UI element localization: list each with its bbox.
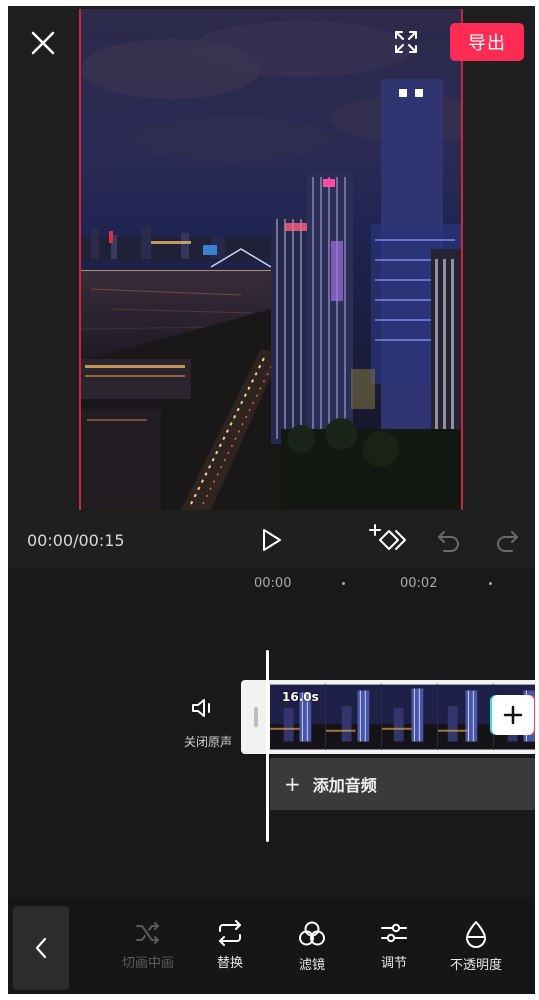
timeline[interactable]: 00:00 00:02 关闭原声 16.0s + 添加音频	[8, 568, 535, 898]
fullscreen-icon	[395, 31, 417, 53]
tool-label: 替换	[216, 956, 243, 971]
replace-icon	[219, 920, 241, 946]
keyframe-icon	[369, 524, 406, 550]
city-night-image	[81, 9, 461, 510]
chevron-left-icon	[35, 937, 47, 959]
back-button[interactable]	[13, 906, 69, 990]
playhead[interactable]	[266, 650, 269, 842]
fullscreen-button[interactable]	[392, 28, 420, 56]
clip-thumbnail	[326, 684, 382, 750]
close-button[interactable]	[28, 28, 58, 58]
tool-label: 滤镜	[298, 958, 325, 973]
clip-thumbnail	[438, 684, 494, 750]
clip-duration-label: 16.0s	[282, 690, 319, 704]
play-icon	[263, 529, 281, 551]
redo-icon	[497, 531, 518, 552]
timecode: 00:00/00:15	[27, 531, 125, 550]
close-icon	[31, 31, 55, 55]
app-frame: 导出 00:00/00:15 00:00 00:02 关闭原声 16.0s + …	[8, 6, 535, 994]
add-clip-button[interactable]	[492, 695, 534, 735]
playback-control-bar: 00:00/00:15	[8, 511, 535, 571]
speaker-icon	[192, 699, 210, 717]
shuffle-icon	[136, 922, 159, 944]
mute-original-audio-label[interactable]: 关闭原声	[178, 733, 238, 750]
bottom-toolbar: 切画中画 替换 滤镜 调节 不透明度	[8, 898, 535, 994]
opacity-icon	[466, 921, 486, 948]
undo-button[interactable]	[436, 529, 462, 553]
play-button[interactable]	[258, 527, 284, 553]
ruler-time-label: 00:02	[400, 576, 438, 591]
add-audio-button[interactable]: + 添加音频	[270, 758, 535, 810]
tool-label: 切画中画	[121, 956, 174, 971]
trim-grip	[254, 707, 258, 727]
plus-icon	[503, 705, 523, 725]
undo-icon	[438, 531, 459, 552]
redo-button[interactable]	[494, 529, 520, 553]
video-preview[interactable]	[79, 9, 463, 510]
tool-opacity[interactable]: 不透明度	[436, 920, 516, 973]
add-keyframe-button[interactable]	[369, 523, 407, 557]
tool-label: 调节	[380, 956, 407, 971]
ruler-tick	[342, 582, 345, 585]
tool-replace[interactable]: 替换	[190, 920, 270, 971]
tool-label: 不透明度	[449, 958, 502, 973]
plus-icon: +	[284, 772, 301, 796]
mute-original-audio-button[interactable]	[190, 696, 216, 720]
adjust-icon	[381, 923, 407, 943]
tool-switch-pip[interactable]: 切画中画	[108, 920, 188, 971]
tool-adjust[interactable]: 调节	[354, 920, 434, 971]
add-audio-label: 添加音频	[312, 776, 377, 795]
ruler-time-label: 00:00	[254, 576, 292, 591]
export-button[interactable]: 导出	[450, 23, 524, 61]
tool-filter[interactable]: 滤镜	[272, 920, 352, 973]
clip-thumbnail	[382, 684, 438, 750]
preview-area: 导出	[8, 6, 535, 511]
ruler-tick	[489, 582, 492, 585]
filter-icon	[299, 921, 325, 946]
